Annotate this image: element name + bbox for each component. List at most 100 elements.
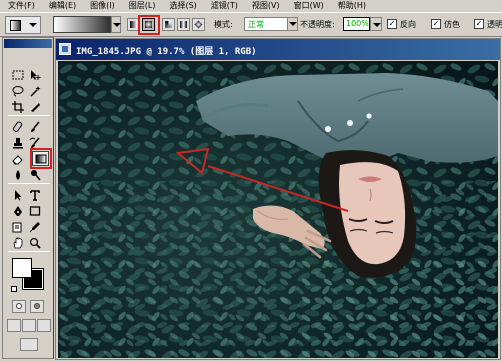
gradient-preview-swatch[interactable] — [53, 16, 111, 33]
quick-mask-mode-button[interactable] — [30, 300, 44, 313]
crop-tool[interactable] — [11, 100, 25, 113]
path-selection-tool[interactable] — [11, 188, 25, 201]
crop-icon — [12, 100, 24, 113]
full-screen-mode-button[interactable] — [37, 319, 51, 332]
chevron-down-icon — [287, 18, 297, 30]
marquee-icon — [12, 70, 24, 79]
reverse-checkbox[interactable]: ✓ — [387, 19, 397, 29]
angle-gradient-icon — [165, 21, 172, 28]
gradient-tool-highlight — [30, 148, 52, 169]
healing-brush-tool[interactable] — [11, 120, 25, 133]
toolbox-title-bar[interactable] — [4, 39, 52, 48]
toolbox — [2, 37, 54, 359]
shape-icon — [29, 205, 41, 216]
options-bar: 模式: 正常 不透明度: 100% ✓ 反向 ✓ 仿色 ✓ 透明 — [0, 12, 502, 37]
standard-screen-mode-button[interactable] — [7, 319, 21, 332]
path-selection-icon — [15, 189, 22, 200]
healing-brush-icon — [12, 120, 23, 132]
mode-value: 正常 — [248, 20, 264, 29]
zoom-tool[interactable] — [28, 236, 42, 249]
linear-gradient-icon — [130, 21, 137, 28]
tool-preset-picker[interactable] — [5, 16, 41, 34]
dodge-icon — [31, 169, 41, 180]
gradient-picker-arrow[interactable] — [111, 16, 121, 33]
menu-image[interactable]: 图像(I) — [90, 0, 115, 12]
document-icon — [59, 43, 71, 55]
transparency-label: 透明 — [487, 20, 502, 29]
type-tool[interactable] — [28, 188, 42, 201]
opacity-input[interactable]: 100% — [343, 17, 370, 31]
chevron-down-icon — [29, 23, 37, 27]
zoom-icon — [29, 237, 41, 249]
reverse-label: 反向 — [400, 20, 416, 29]
blur-tool[interactable] — [11, 168, 25, 181]
gradient-tool-icon — [10, 20, 21, 31]
hand-tool[interactable] — [11, 236, 25, 249]
document-title-bar[interactable]: IMG_1845.JPG @ 19.7% (图层 1, RGB) — [56, 39, 500, 60]
transparency-checkbox[interactable]: ✓ — [474, 19, 484, 29]
standard-mode-button[interactable] — [12, 300, 26, 313]
default-colors-button[interactable] — [11, 286, 17, 292]
full-screen-menu-mode-button[interactable] — [22, 319, 36, 332]
diamond-gradient-button[interactable] — [192, 18, 205, 31]
menu-window[interactable]: 窗口(W) — [294, 0, 324, 12]
menu-layer[interactable]: 图层(L) — [129, 0, 156, 12]
menu-bar: 文件(F) 编辑(E) 图像(I) 图层(L) 选择(S) 滤镜(T) 视图(V… — [0, 0, 502, 12]
clone-stamp-icon — [13, 137, 23, 148]
reflected-gradient-button[interactable] — [177, 18, 190, 31]
menu-edit[interactable]: 编辑(E) — [49, 0, 76, 12]
move-icon — [31, 69, 41, 80]
menu-filter[interactable]: 滤镜(T) — [211, 0, 238, 12]
document-window: IMG_1845.JPG @ 19.7% (图层 1, RGB) — [55, 38, 501, 360]
mode-label: 模式: — [214, 20, 233, 29]
jump-to-imageready-button[interactable] — [20, 338, 38, 351]
hand-icon — [13, 236, 23, 248]
opacity-dropdown-button[interactable] — [370, 17, 382, 31]
menu-view[interactable]: 视图(V) — [252, 0, 280, 12]
eyedropper-icon — [29, 221, 40, 232]
opacity-label: 不透明度: — [300, 20, 335, 29]
quick-mask-icon — [34, 303, 40, 309]
slice-tool[interactable] — [28, 100, 42, 113]
slice-icon — [31, 102, 40, 112]
shape-tool[interactable] — [28, 204, 42, 217]
toolbox-separator — [8, 115, 50, 116]
mode-select[interactable]: 正常 — [244, 17, 298, 31]
pen-icon — [14, 205, 22, 216]
photo-woman-lying-in-leaves — [58, 61, 498, 358]
notes-tool[interactable] — [11, 220, 25, 233]
angle-gradient-button[interactable] — [162, 18, 175, 31]
magic-wand-tool[interactable] — [28, 84, 42, 97]
lasso-tool[interactable] — [11, 84, 25, 97]
dither-checkbox[interactable]: ✓ — [431, 19, 441, 29]
brush-icon — [31, 121, 40, 132]
eraser-icon — [12, 154, 23, 164]
lasso-icon — [12, 85, 24, 96]
brush-tool[interactable] — [28, 120, 42, 133]
eyedropper-tool[interactable] — [28, 220, 42, 233]
radial-gradient-highlight — [138, 15, 160, 35]
blur-icon — [16, 169, 20, 180]
history-brush-icon — [29, 137, 40, 148]
clone-stamp-tool[interactable] — [11, 136, 25, 149]
dither-label: 仿色 — [444, 20, 460, 29]
marquee-tool[interactable] — [11, 68, 25, 81]
magic-wand-icon — [30, 85, 41, 97]
diamond-gradient-icon — [194, 20, 203, 29]
notes-icon — [12, 222, 22, 232]
document-canvas[interactable] — [58, 61, 498, 358]
toolbox-separator — [8, 251, 50, 252]
standard-mode-icon — [16, 303, 22, 309]
eraser-tool[interactable] — [11, 152, 25, 165]
opacity-value: 100% — [346, 19, 369, 28]
menu-file[interactable]: 文件(F) — [8, 0, 35, 12]
menu-help[interactable]: 帮助(H) — [338, 0, 366, 12]
foreground-color-swatch[interactable] — [12, 258, 32, 278]
reflected-gradient-icon — [180, 21, 187, 28]
type-icon — [30, 189, 40, 201]
toolbox-separator — [8, 183, 50, 184]
move-tool[interactable] — [28, 68, 42, 81]
dodge-tool[interactable] — [28, 168, 42, 181]
pen-tool[interactable] — [11, 204, 25, 217]
menu-select[interactable]: 选择(S) — [169, 0, 196, 12]
